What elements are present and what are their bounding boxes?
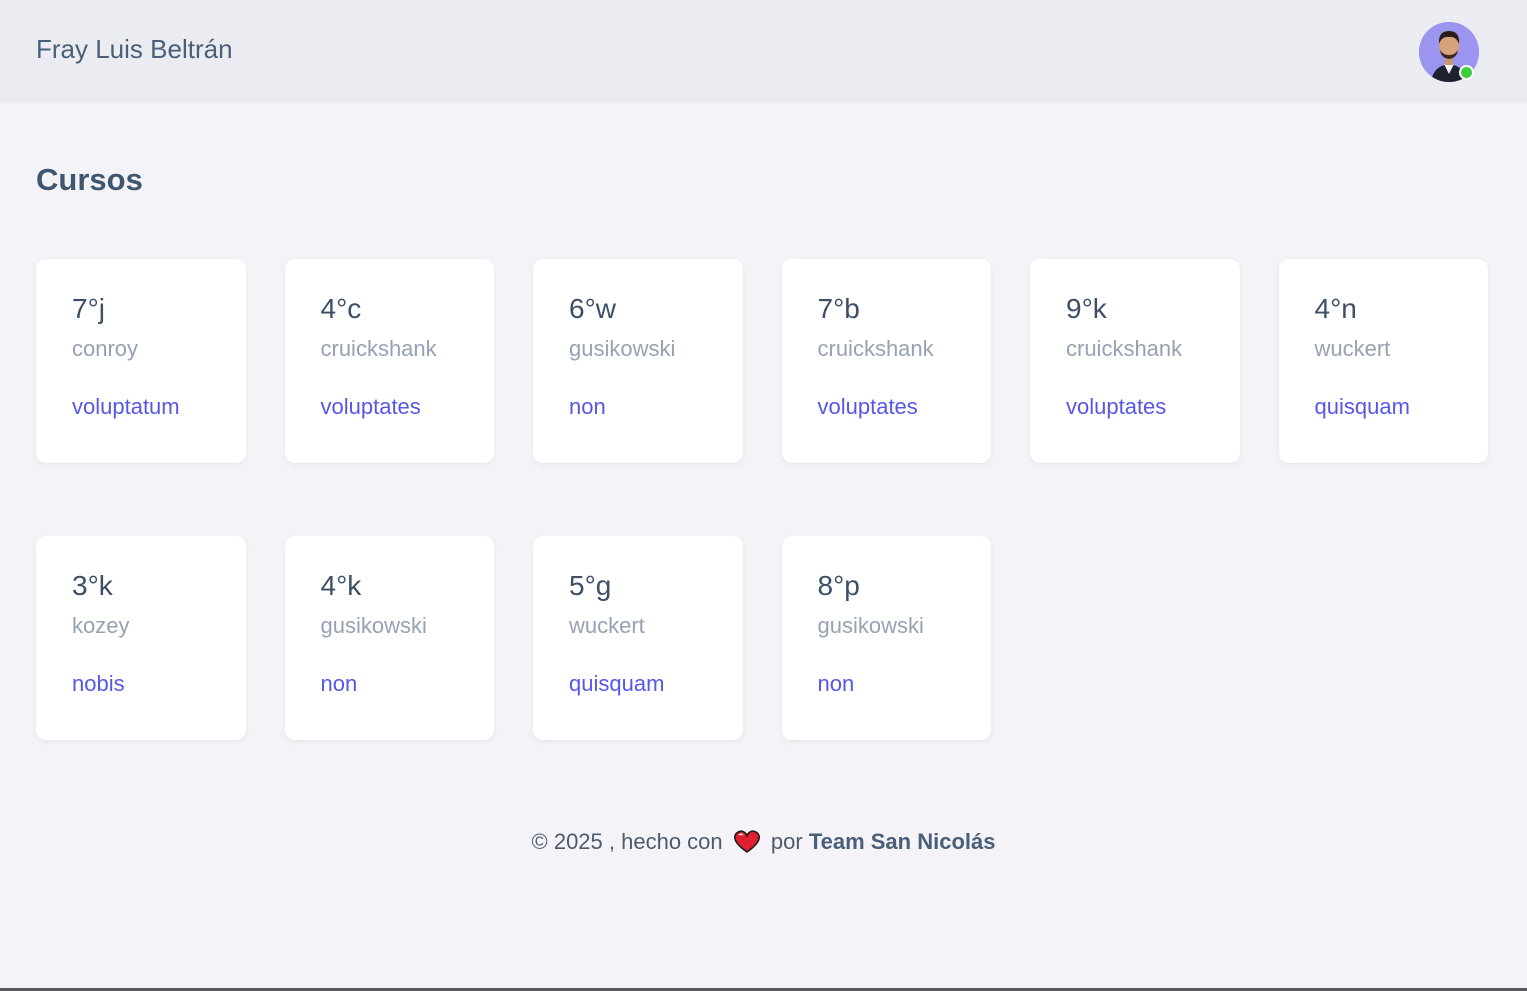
course-subject-link[interactable]: voluptates: [1066, 393, 1166, 421]
online-status-dot: [1459, 65, 1474, 80]
course-card[interactable]: 5°g wuckert quisquam: [533, 536, 743, 740]
course-subject-link[interactable]: non: [321, 670, 358, 698]
footer-copyright: © 2025 , hecho con: [531, 829, 723, 854]
course-card[interactable]: 9°k cruickshank voluptates: [1030, 259, 1240, 463]
course-subject-link[interactable]: voluptates: [818, 393, 918, 421]
course-card[interactable]: 7°b cruickshank voluptates: [781, 259, 991, 463]
course-teacher: cruickshank: [817, 336, 934, 361]
course-subject-link[interactable]: non: [569, 393, 606, 421]
course-card[interactable]: 7°j conroy voluptatum: [36, 259, 246, 463]
course-teacher: cruickshank: [320, 336, 437, 361]
course-name: 9°k: [1066, 293, 1107, 324]
course-name: 5°g: [569, 570, 612, 601]
course-subject-link[interactable]: non: [818, 670, 855, 698]
page-title: Cursos: [36, 162, 143, 197]
courses-grid: 7°j conroy voluptatum 4°c cruickshank volupta…: [36, 259, 1488, 740]
heart-icon: [733, 830, 761, 863]
footer-por: por: [770, 829, 803, 854]
course-teacher: cruickshank: [1066, 336, 1183, 361]
course-card[interactable]: 3°k kozey nobis: [36, 536, 246, 740]
course-teacher: gusikowski: [817, 613, 924, 638]
course-subject-link[interactable]: quisquam: [569, 670, 664, 698]
course-card[interactable]: 6°w gusikowski non: [533, 259, 743, 463]
course-subject-link[interactable]: nobis: [72, 670, 125, 698]
course-teacher: wuckert: [1314, 336, 1391, 361]
course-subject-link[interactable]: voluptatum: [72, 393, 180, 421]
course-name: 8°p: [817, 570, 860, 601]
course-subject-link[interactable]: voluptates: [321, 393, 421, 421]
course-name: 4°n: [1314, 293, 1357, 324]
course-card[interactable]: 4°n wuckert quisquam: [1278, 259, 1488, 463]
user-avatar[interactable]: [1419, 22, 1479, 82]
course-name: 4°c: [320, 293, 362, 324]
footer: © 2025 , hecho con por Team San Nicolás: [0, 826, 1527, 863]
school-name: Fray Luis Beltrán: [36, 34, 233, 64]
course-card[interactable]: 4°k gusikowski non: [284, 536, 494, 740]
course-teacher: conroy: [72, 336, 139, 361]
course-teacher: gusikowski: [320, 613, 427, 638]
course-card[interactable]: 8°p gusikowski non: [781, 536, 991, 740]
course-card[interactable]: 4°c cruickshank voluptates: [284, 259, 494, 463]
course-name: 7°j: [72, 293, 105, 324]
course-name: 4°k: [320, 570, 362, 601]
course-teacher: kozey: [72, 613, 130, 638]
course-name: 3°k: [72, 570, 113, 601]
course-teacher: wuckert: [569, 613, 645, 638]
course-teacher: gusikowski: [569, 336, 676, 361]
course-name: 7°b: [817, 293, 860, 324]
top-navbar: Fray Luis Beltrán: [0, 0, 1527, 103]
course-subject-link[interactable]: quisquam: [1315, 393, 1410, 421]
course-name: 6°w: [569, 293, 616, 324]
footer-team-name: Team San Nicolás: [808, 829, 996, 854]
